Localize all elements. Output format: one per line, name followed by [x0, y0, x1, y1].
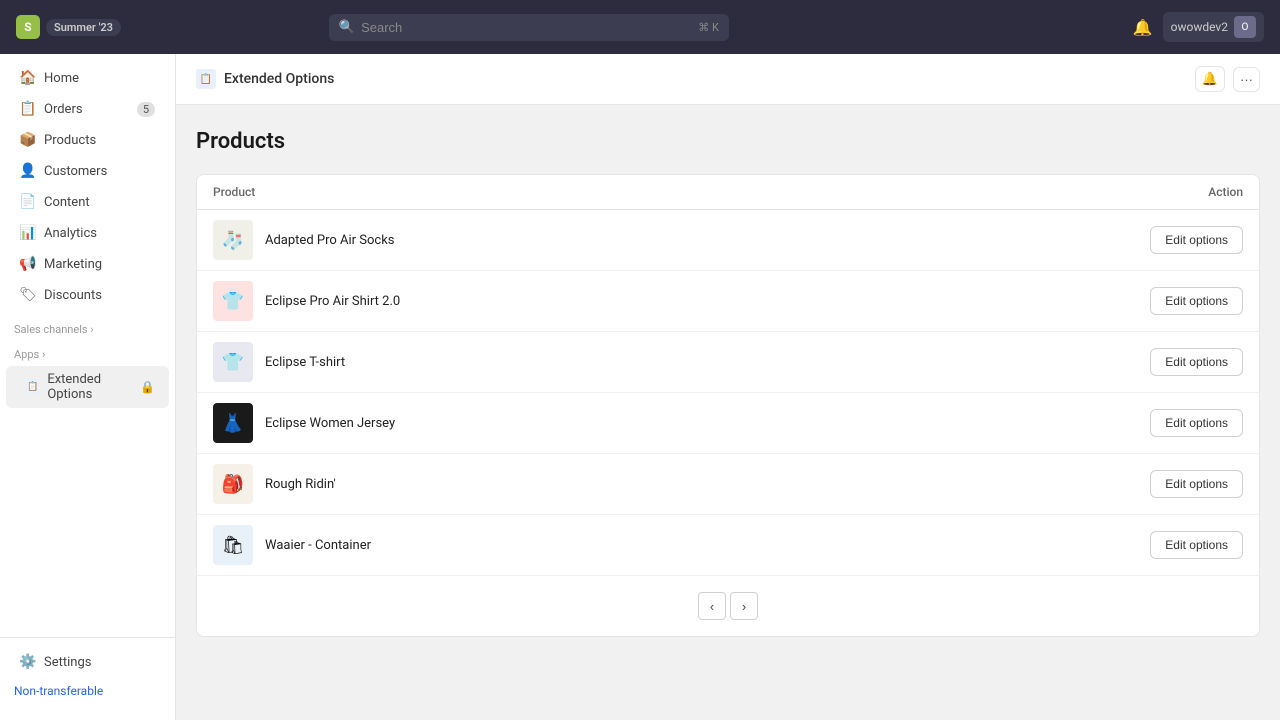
- table-row: 👕 Eclipse T-shirt Edit options: [197, 332, 1259, 393]
- sidebar-item-home-label: Home: [44, 71, 155, 86]
- app-more-button[interactable]: ···: [1233, 67, 1260, 92]
- analytics-icon: 📊: [20, 225, 36, 241]
- app-header: 📋 Extended Options 🔔 ···: [176, 54, 1280, 105]
- orders-badge: 5: [137, 102, 155, 117]
- topbar-right: 🔔 owowdev2 O: [1133, 12, 1264, 42]
- extended-options-icon: 📋: [26, 379, 39, 395]
- edit-options-button-0[interactable]: Edit options: [1150, 226, 1243, 254]
- table-row: 🧦 Adapted Pro Air Socks Edit options: [197, 210, 1259, 271]
- sidebar-item-products[interactable]: 📦 Products: [6, 125, 169, 155]
- product-thumb-2: 👕: [213, 342, 253, 382]
- sidebar-item-content[interactable]: 📄 Content: [6, 187, 169, 217]
- search-bar[interactable]: 🔍 ⌘ K: [329, 14, 729, 41]
- sidebar-item-customers-label: Customers: [44, 164, 155, 179]
- col-product-header: Product: [213, 185, 1113, 199]
- sidebar-nav: 🏠 Home 📋 Orders 5 📦 Products 👤 Customers…: [0, 62, 175, 637]
- products-table: Product Action 🧦 Adapted Pro Air Socks E…: [196, 174, 1260, 637]
- sidebar-item-marketing[interactable]: 📢 Marketing: [6, 249, 169, 279]
- sales-channels-label: Sales channels ›: [0, 311, 175, 340]
- product-name-3: Eclipse Women Jersey: [265, 416, 1150, 431]
- lock-icon: 🔒: [140, 380, 155, 394]
- settings-icon: ⚙️: [20, 654, 36, 670]
- pagination-next-button[interactable]: ›: [730, 592, 758, 620]
- table-header: Product Action: [197, 175, 1259, 210]
- sales-channels-expand-icon: ›: [90, 323, 93, 336]
- non-transferable-link[interactable]: Non-transferable: [0, 678, 175, 704]
- pagination: ‹ ›: [197, 576, 1259, 636]
- search-input[interactable]: [361, 20, 692, 35]
- pagination-prev-button[interactable]: ‹: [698, 592, 726, 620]
- product-thumb-1: 👕: [213, 281, 253, 321]
- user-avatar: O: [1234, 16, 1256, 38]
- product-thumb-0: 🧦: [213, 220, 253, 260]
- table-row: 🎒 Rough Ridin' Edit options: [197, 454, 1259, 515]
- product-name-5: Waaier - Container: [265, 538, 1150, 553]
- customers-icon: 👤: [20, 163, 36, 179]
- sidebar-item-settings-label: Settings: [44, 655, 155, 670]
- marketing-icon: 📢: [20, 256, 36, 272]
- sidebar-item-discounts-label: Discounts: [44, 288, 155, 303]
- page-content: Products Product Action 🧦 Adapted Pro Ai…: [176, 105, 1280, 661]
- topbar: S Summer '23 🔍 ⌘ K 🔔 owowdev2 O: [0, 0, 1280, 54]
- search-shortcut: ⌘ K: [698, 21, 719, 34]
- sidebar-item-home[interactable]: 🏠 Home: [6, 63, 169, 93]
- product-name-1: Eclipse Pro Air Shirt 2.0: [265, 294, 1150, 309]
- table-row: 🛍 Waaier - Container Edit options: [197, 515, 1259, 576]
- sidebar-item-analytics-label: Analytics: [44, 226, 155, 241]
- user-name: owowdev2: [1171, 20, 1228, 34]
- apps-label: Apps ›: [0, 340, 175, 365]
- sidebar-item-content-label: Content: [44, 195, 155, 210]
- app-header-title: Extended Options: [224, 71, 334, 87]
- store-badge: Summer '23: [46, 19, 121, 36]
- product-thumb-4: 🎒: [213, 464, 253, 504]
- col-action-header: Action: [1113, 185, 1243, 199]
- apps-expand-icon: ›: [42, 348, 45, 361]
- extended-options-label: Extended Options: [47, 372, 132, 402]
- sidebar-item-extended-options[interactable]: 📋 Extended Options 🔒: [6, 366, 169, 408]
- bell-icon[interactable]: 🔔: [1133, 18, 1153, 37]
- app-bell-button[interactable]: 🔔: [1195, 66, 1225, 92]
- sidebar-item-marketing-label: Marketing: [44, 257, 155, 272]
- shopify-logo: S Summer '23: [16, 15, 121, 39]
- sidebar-item-products-label: Products: [44, 133, 155, 148]
- table-row: 👕 Eclipse Pro Air Shirt 2.0 Edit options: [197, 271, 1259, 332]
- edit-options-button-2[interactable]: Edit options: [1150, 348, 1243, 376]
- product-name-0: Adapted Pro Air Socks: [265, 233, 1150, 248]
- sidebar-item-analytics[interactable]: 📊 Analytics: [6, 218, 169, 248]
- product-thumb-3: 👗: [213, 403, 253, 443]
- edit-options-button-3[interactable]: Edit options: [1150, 409, 1243, 437]
- user-pill[interactable]: owowdev2 O: [1163, 12, 1264, 42]
- sidebar-item-orders[interactable]: 📋 Orders 5: [6, 94, 169, 124]
- product-thumb-5: 🛍: [213, 525, 253, 565]
- sidebar-item-settings[interactable]: ⚙️ Settings: [6, 647, 169, 677]
- content-area: 📋 Extended Options 🔔 ··· Products Produc…: [176, 54, 1280, 720]
- product-name-4: Rough Ridin': [265, 477, 1150, 492]
- discounts-icon: 🏷: [20, 287, 36, 303]
- products-icon: 📦: [20, 132, 36, 148]
- table-row: 👗 Eclipse Women Jersey Edit options: [197, 393, 1259, 454]
- app-header-left: 📋 Extended Options: [196, 69, 334, 89]
- orders-icon: 📋: [20, 101, 36, 117]
- shopify-logo-icon: S: [16, 15, 40, 39]
- page-title: Products: [196, 129, 1260, 154]
- sidebar-item-customers[interactable]: 👤 Customers: [6, 156, 169, 186]
- app-header-right: 🔔 ···: [1195, 66, 1260, 92]
- sidebar-bottom: ⚙️ Settings Non-transferable: [0, 637, 175, 712]
- search-icon: 🔍: [339, 20, 355, 35]
- edit-options-button-4[interactable]: Edit options: [1150, 470, 1243, 498]
- sidebar: 🏠 Home 📋 Orders 5 📦 Products 👤 Customers…: [0, 54, 176, 720]
- product-name-2: Eclipse T-shirt: [265, 355, 1150, 370]
- sidebar-item-orders-label: Orders: [44, 102, 129, 117]
- edit-options-button-5[interactable]: Edit options: [1150, 531, 1243, 559]
- edit-options-button-1[interactable]: Edit options: [1150, 287, 1243, 315]
- content-icon: 📄: [20, 194, 36, 210]
- app-header-icon: 📋: [196, 69, 216, 89]
- main-layout: 🏠 Home 📋 Orders 5 📦 Products 👤 Customers…: [0, 54, 1280, 720]
- sidebar-item-discounts[interactable]: 🏷 Discounts: [6, 280, 169, 310]
- home-icon: 🏠: [20, 70, 36, 86]
